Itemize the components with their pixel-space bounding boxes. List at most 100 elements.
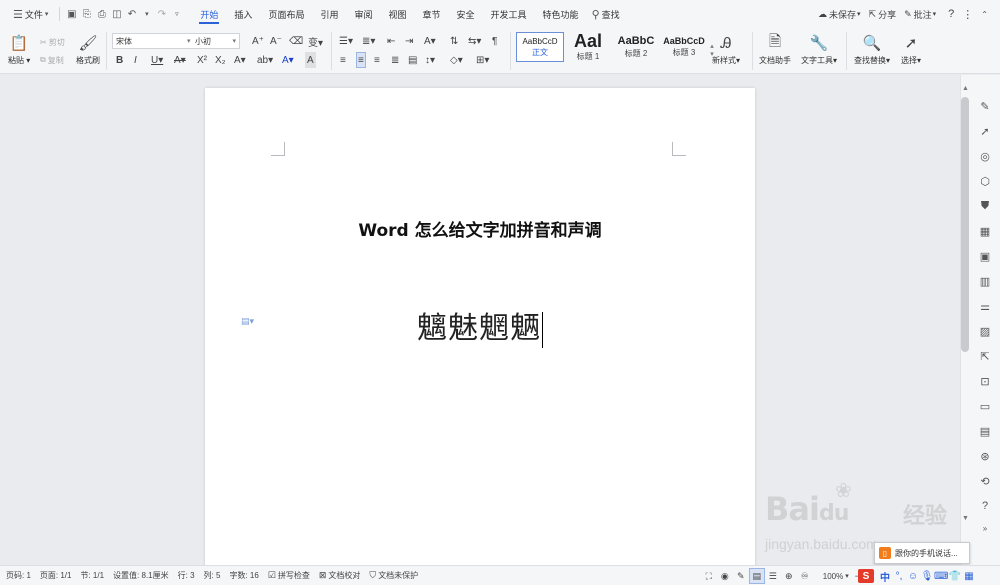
tab-view[interactable]: 视图 [380, 0, 414, 28]
skin-icon[interactable]: 👕 [948, 571, 962, 582]
tab-references[interactable]: 引用 [312, 0, 346, 28]
shading-icon[interactable]: ◇▾ [450, 52, 463, 68]
clear-format-icon[interactable]: ⌫ [289, 33, 303, 49]
style-normal[interactable]: AaBbCcD 正文 [516, 32, 564, 62]
page-view-icon[interactable]: ▤ [748, 568, 765, 584]
location-icon[interactable]: ◎ [977, 148, 993, 164]
comment-button[interactable]: ✎ 批注 ▾ [900, 8, 940, 21]
customize-toolbar-icon[interactable]: ▿ [169, 5, 184, 23]
reading-mode-icon[interactable]: ♾ [797, 568, 813, 584]
bold-icon[interactable]: B [116, 52, 123, 68]
file-menu[interactable]: ☰ 文件 ▾ [8, 4, 55, 24]
status-position[interactable]: 设置值: 8.1厘米 [113, 570, 169, 581]
subscript-icon[interactable]: X₂ [215, 52, 226, 68]
distributed-icon[interactable]: ▤ [408, 52, 417, 68]
web-view-icon[interactable]: ⊕ [781, 568, 797, 584]
picture-icon[interactable]: ▨ [977, 323, 993, 339]
text-tools-button[interactable]: 🔧 文字工具▾ [801, 33, 837, 66]
tab-chapter[interactable]: 章节 [415, 0, 449, 28]
tab-security[interactable]: 安全 [449, 0, 483, 28]
format-painter-button[interactable]: 🖌 格式刷 [76, 33, 100, 66]
style-heading-2[interactable]: AaBbC 标题 2 [612, 32, 660, 62]
style-heading-1[interactable]: Aal 标题 1 [564, 32, 612, 62]
help-button[interactable]: ? [944, 8, 958, 20]
status-row[interactable]: 行: 3 [178, 570, 195, 581]
increase-indent-icon[interactable]: ⇥ [405, 33, 413, 49]
help-circle-icon[interactable]: ? [977, 498, 993, 514]
scroll-thumb[interactable] [961, 97, 969, 352]
font-color-icon[interactable]: A▾ [282, 52, 294, 68]
compass-icon[interactable]: ⊛ [977, 448, 993, 464]
new-style-button[interactable]: Ꭿ 新样式▾ [712, 33, 740, 66]
image-icon[interactable]: ▣ [977, 248, 993, 264]
character-shading-icon[interactable]: A [305, 52, 316, 68]
tab-insert[interactable]: 插入 [226, 0, 260, 28]
italic-icon[interactable]: I [134, 52, 137, 68]
bullet-list-icon[interactable]: ☰▾ [339, 33, 353, 49]
more-options-icon[interactable]: ⋮ [958, 8, 977, 21]
find-replace-button[interactable]: 🔍 查找替换▾ [854, 33, 890, 66]
superscript-icon[interactable]: X² [197, 52, 207, 68]
microphone-icon[interactable]: 🎙 [920, 571, 934, 582]
vertical-scrollbar[interactable]: ▲ ▼ [960, 75, 970, 525]
increase-font-icon[interactable]: A⁺ [252, 33, 264, 49]
font-name-select[interactable]: 宋体 ▾ 小初 ▾ [112, 33, 240, 49]
toolbox-icon[interactable]: ▦ [962, 571, 976, 582]
scroll-up-icon[interactable]: ▲ [962, 85, 969, 92]
table-icon[interactable]: ▦ [977, 223, 993, 239]
document-page[interactable]: Word 怎么给文字加拼音和声调 ▤▾ 魑魅魍魉 [205, 88, 755, 578]
select-arrow-icon[interactable]: ➚ [977, 123, 993, 139]
copy-button[interactable]: ⧉ 复制 [40, 52, 64, 68]
doc-protect-button[interactable]: ⛉ 文档未保护 [369, 570, 418, 581]
history-icon[interactable]: ⟲ [977, 473, 993, 489]
align-right-icon[interactable]: ≡ [374, 52, 380, 68]
emoji-icon[interactable]: ☺ [906, 571, 920, 582]
tab-developer[interactable]: 开发工具 [483, 0, 535, 28]
undo-icon[interactable]: ↶ [124, 5, 139, 23]
unsaved-status-button[interactable]: ☁ 未保存 ▾ [814, 8, 865, 21]
paste-button[interactable]: 📋 粘贴 ▾ [8, 33, 30, 66]
status-word-count[interactable]: 字数: 16 [229, 570, 258, 581]
highlight-icon[interactable]: ab▾ [257, 52, 273, 68]
sort-icon[interactable]: ⇅ [450, 33, 458, 49]
text-effect-icon[interactable]: A▾ [234, 52, 246, 68]
line-spacing-icon[interactable]: ↕▾ [425, 52, 435, 68]
archive-icon[interactable]: ▭ [977, 398, 993, 414]
pen-icon[interactable]: ✎ [977, 98, 993, 114]
underline-icon[interactable]: U▾ [151, 52, 163, 68]
output-pdf-icon[interactable]: ⎘ [79, 5, 94, 23]
pen-view-icon[interactable]: ✎ [733, 568, 749, 584]
shapes-icon[interactable]: ⬡ [977, 173, 993, 189]
chevron-down-icon[interactable]: ▾ [845, 572, 849, 580]
fullscreen-icon[interactable]: ⛶ [701, 568, 717, 584]
chinese-mode-icon[interactable]: 中 [878, 569, 892, 584]
tab-page-layout[interactable]: 页面布局 [260, 0, 312, 28]
search-button[interactable]: ⚲ 查找 [587, 4, 625, 24]
gallery-icon[interactable]: ▤ [977, 423, 993, 439]
spell-check-button[interactable]: ☑ 拼写检查 [268, 570, 310, 581]
phonetic-guide-icon[interactable]: 变▾ [308, 33, 323, 49]
sogou-ime-icon[interactable]: S [858, 569, 874, 583]
status-pages[interactable]: 页面: 1/1 [40, 570, 72, 581]
align-left-icon[interactable]: ≡ [340, 52, 346, 68]
status-column[interactable]: 列: 5 [204, 570, 221, 581]
numbered-list-icon[interactable]: ≣▾ [362, 33, 375, 49]
tab-home[interactable]: 开始 [192, 0, 226, 28]
chinese-layout-icon[interactable]: A▾ [424, 33, 436, 49]
eye-icon[interactable]: ◉ [717, 568, 733, 584]
punctuation-icon[interactable]: °, [892, 571, 906, 582]
justify-icon[interactable]: ≣ [391, 52, 399, 68]
print-icon[interactable]: ⎙ [94, 5, 109, 23]
decrease-font-icon[interactable]: A⁻ [270, 33, 282, 49]
redo-icon[interactable]: ↷ [154, 5, 169, 23]
textbox-icon[interactable]: ⊡ [977, 373, 993, 389]
zoom-level[interactable]: 100% [823, 572, 843, 581]
doc-assistant-button[interactable]: 🗎 文档助手 [759, 33, 791, 66]
save-icon[interactable]: ▣ [64, 5, 79, 23]
show-marks-icon[interactable]: ⇆▾ [468, 33, 481, 49]
style-heading-3[interactable]: AaBbCcD 标题 3 [660, 32, 708, 62]
keyboard-icon[interactable]: ⌨ [934, 571, 948, 582]
collapse-ribbon-icon[interactable]: ⌃ [977, 10, 992, 19]
stamp-icon[interactable]: ⛊ [977, 198, 993, 214]
undo-dropdown-icon[interactable]: ▾ [139, 5, 154, 23]
